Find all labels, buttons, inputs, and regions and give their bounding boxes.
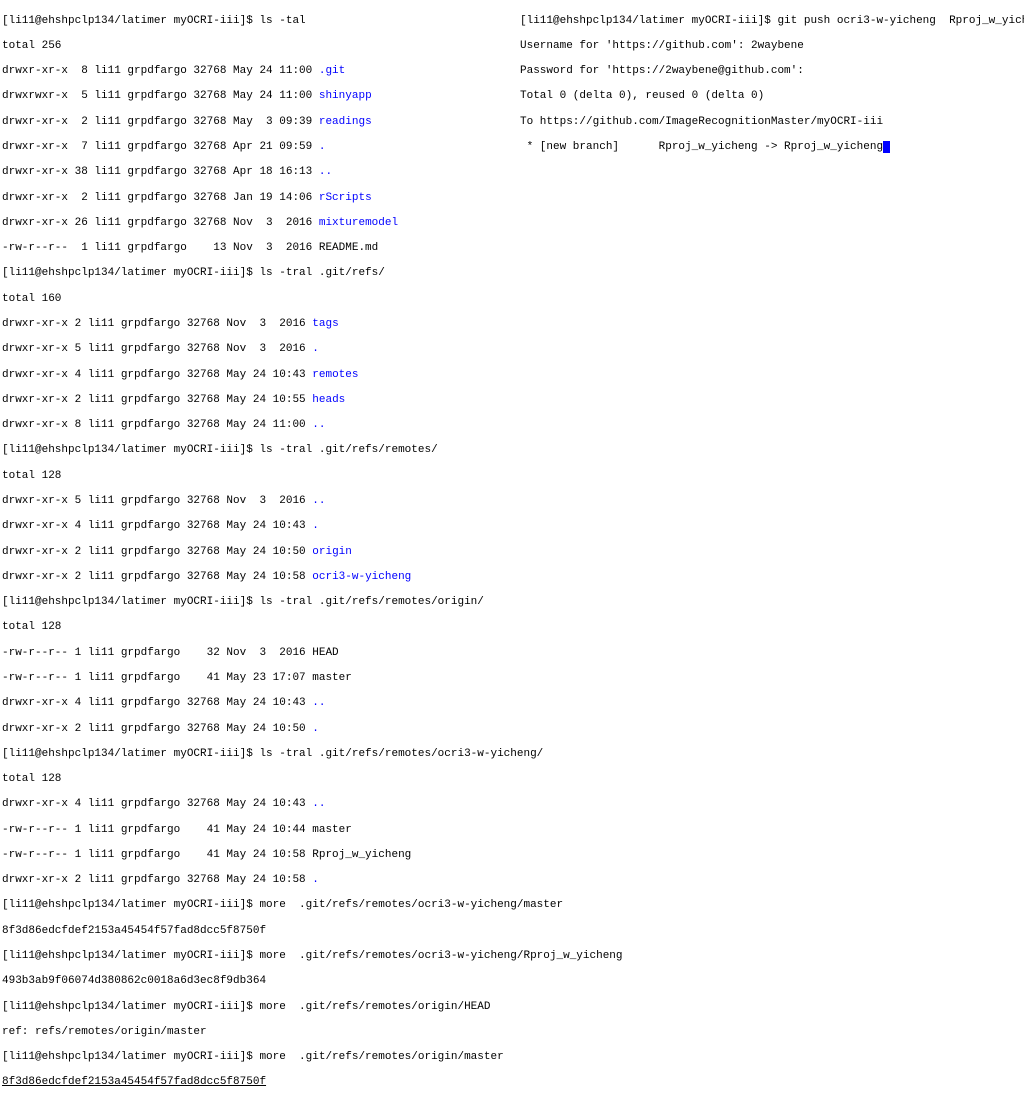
prompt-line: [li11@ehshpclp134/latimer myOCRI-iii]$ m…: [2, 1001, 490, 1013]
dir-name: heads: [312, 394, 345, 406]
dir-name: ..: [312, 495, 325, 507]
dir-name: origin: [312, 546, 352, 558]
output-line: drwxr-xr-x 5 li11 grpdfargo 32768 Nov 3 …: [2, 343, 319, 355]
output-line: -rw-r--r-- 1 li11 grpdfargo 41 May 23 17…: [2, 672, 352, 684]
output-line: drwxrwxr-x 5 li11 grpdfargo 32768 May 24…: [2, 90, 372, 102]
dir-name: .: [312, 874, 319, 886]
output-line: drwxr-xr-x 2 li11 grpdfargo 32768 May 24…: [2, 571, 411, 583]
dir-name: tags: [312, 318, 338, 330]
output-line: total 128: [2, 773, 61, 785]
dir-name: .: [312, 343, 319, 355]
output-line: drwxr-xr-x 7 li11 grpdfargo 32768 Apr 21…: [2, 141, 325, 153]
output-line: drwxr-xr-x 2 li11 grpdfargo 32768 May 24…: [2, 546, 352, 558]
output-line: total 128: [2, 470, 61, 482]
output-line: drwxr-xr-x 8 li11 grpdfargo 32768 May 24…: [2, 419, 325, 431]
output-line: drwxr-xr-x 2 li11 grpdfargo 32768 May 24…: [2, 723, 319, 735]
output-line: 8f3d86edcfdef2153a45454f57fad8dcc5f8750f: [2, 1076, 266, 1088]
prompt-line: [li11@ehshpclp134/latimer myOCRI-iii]$ m…: [2, 1051, 504, 1063]
output-line: total 256: [2, 40, 61, 52]
dir-name: remotes: [312, 369, 358, 381]
dir-name: rScripts: [319, 192, 372, 204]
output-line: drwxr-xr-x 2 li11 grpdfargo 32768 May 24…: [2, 394, 345, 406]
output-line: Total 0 (delta 0), reused 0 (delta 0): [520, 90, 764, 102]
output-line: -rw-r--r-- 1 li11 grpdfargo 41 May 24 10…: [2, 824, 352, 836]
output-line: drwxr-xr-x 8 li11 grpdfargo 32768 May 24…: [2, 65, 345, 77]
output-line: drwxr-xr-x 4 li11 grpdfargo 32768 May 24…: [2, 697, 325, 709]
dir-name: shinyapp: [319, 90, 372, 102]
output-line: total 128: [2, 621, 61, 633]
output-line: -rw-r--r-- 1 li11 grpdfargo 32 Nov 3 201…: [2, 647, 339, 659]
prompt-line: [li11@ehshpclp134/latimer myOCRI-iii]$ l…: [2, 15, 306, 27]
output-line: drwxr-xr-x 4 li11 grpdfargo 32768 May 24…: [2, 520, 319, 532]
output-line: ref: refs/remotes/origin/master: [2, 1026, 207, 1038]
dir-name: ..: [312, 419, 325, 431]
dir-name: mixturemodel: [319, 217, 398, 229]
output-line: Password for 'https://2waybene@github.co…: [520, 65, 804, 77]
output-line: -rw-r--r-- 1 li11 grpdfargo 13 Nov 3 201…: [2, 242, 378, 254]
output-line: 8f3d86edcfdef2153a45454f57fad8dcc5f8750f: [2, 925, 266, 937]
prompt-line: [li11@ehshpclp134/latimer myOCRI-iii]$ g…: [520, 15, 1024, 27]
dir-name: .git: [319, 65, 345, 77]
dir-name: .: [312, 520, 319, 532]
prompt-line: [li11@ehshpclp134/latimer myOCRI-iii]$ m…: [2, 899, 563, 911]
output-line: drwxr-xr-x 2 li11 grpdfargo 32768 May 24…: [2, 874, 319, 886]
output-line: To https://github.com/ImageRecognitionMa…: [520, 116, 883, 128]
output-line: drwxr-xr-x 5 li11 grpdfargo 32768 Nov 3 …: [2, 495, 325, 507]
output-line: 493b3ab9f06074d380862c0018a6d3ec8f9db364: [2, 975, 266, 987]
output-line: drwxr-xr-x 2 li11 grpdfargo 32768 Jan 19…: [2, 192, 372, 204]
prompt-line: [li11@ehshpclp134/latimer myOCRI-iii]$ l…: [2, 444, 438, 456]
dir-name: readings: [319, 116, 372, 128]
output-line: drwxr-xr-x 2 li11 grpdfargo 32768 Nov 3 …: [2, 318, 339, 330]
output-line: * [new branch] Rproj_w_yicheng -> Rproj_…: [520, 141, 890, 153]
dir-name: ..: [319, 166, 332, 178]
dir-name: .: [312, 723, 319, 735]
output-line: drwxr-xr-x 4 li11 grpdfargo 32768 May 24…: [2, 798, 325, 810]
left-terminal[interactable]: [li11@ehshpclp134/latimer myOCRI-iii]$ l…: [2, 2, 512, 1102]
output-line: drwxr-xr-x 38 li11 grpdfargo 32768 Apr 1…: [2, 166, 332, 178]
output-line: total 160: [2, 293, 61, 305]
cursor-icon: [883, 141, 890, 153]
dir-name: ..: [312, 798, 325, 810]
prompt-line: [li11@ehshpclp134/latimer myOCRI-iii]$ l…: [2, 748, 543, 760]
output-line: Username for 'https://github.com': 2wayb…: [520, 40, 804, 52]
output-line: drwxr-xr-x 26 li11 grpdfargo 32768 Nov 3…: [2, 217, 398, 229]
right-terminal[interactable]: [li11@ehshpclp134/latimer myOCRI-iii]$ g…: [512, 2, 1024, 1102]
prompt-line: [li11@ehshpclp134/latimer myOCRI-iii]$ l…: [2, 596, 484, 608]
prompt-line: [li11@ehshpclp134/latimer myOCRI-iii]$ l…: [2, 267, 385, 279]
output-line: -rw-r--r-- 1 li11 grpdfargo 41 May 24 10…: [2, 849, 411, 861]
dir-name: ocri3-w-yicheng: [312, 571, 411, 583]
dir-name: .: [319, 141, 326, 153]
dir-name: ..: [312, 697, 325, 709]
output-line: drwxr-xr-x 2 li11 grpdfargo 32768 May 3 …: [2, 116, 372, 128]
output-line: drwxr-xr-x 4 li11 grpdfargo 32768 May 24…: [2, 369, 358, 381]
